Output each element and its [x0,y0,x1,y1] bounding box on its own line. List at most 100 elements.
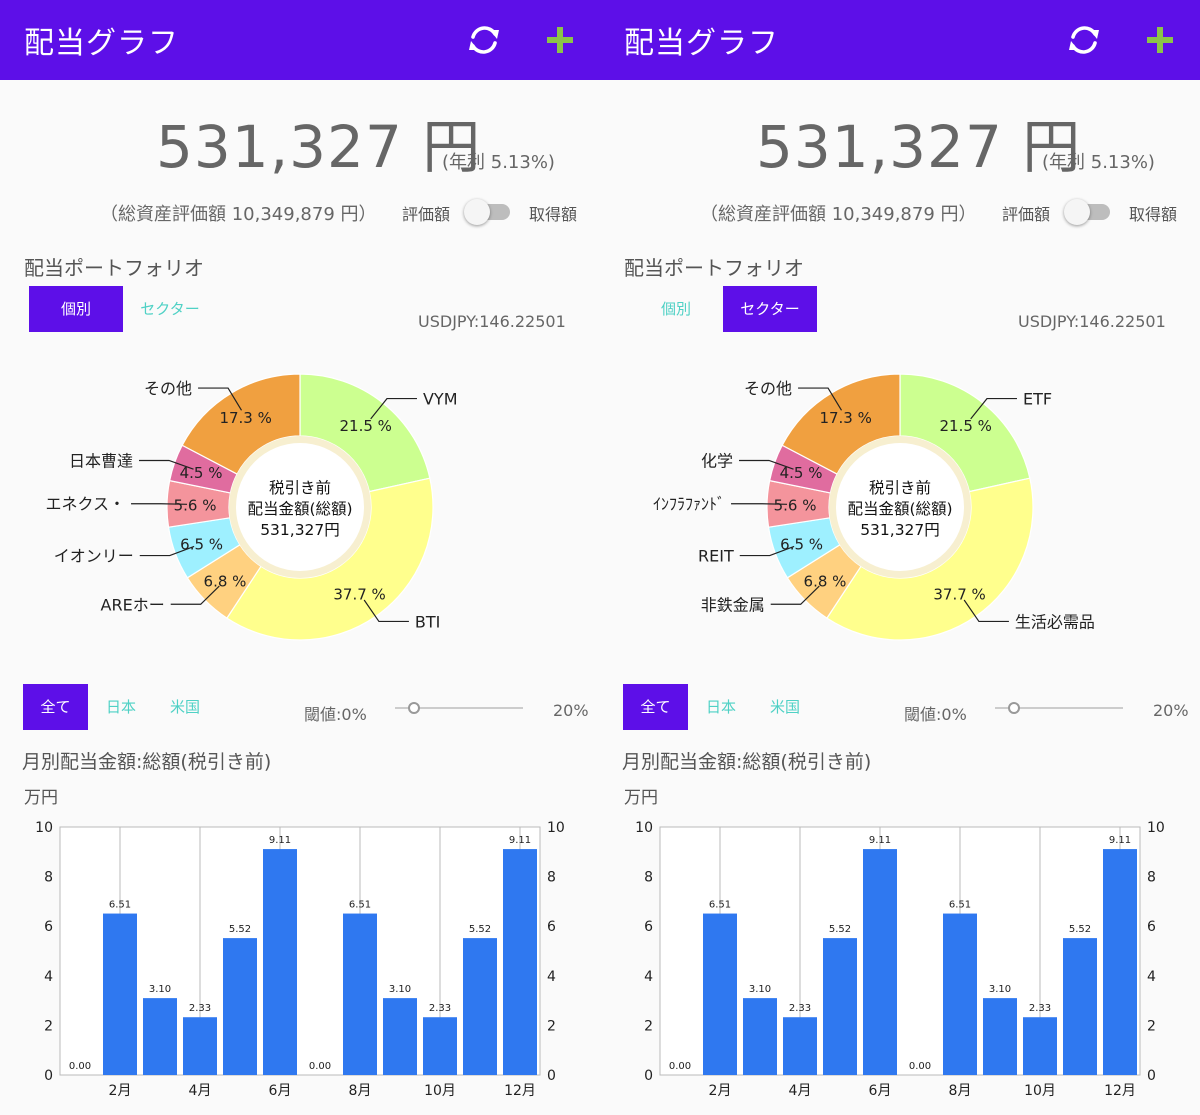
y-tick-label-left: 10 [35,820,53,836]
y-tick-label-left: 2 [644,1018,653,1034]
threshold-slider-thumb[interactable] [408,702,420,714]
y-tick-label-right: 8 [1147,870,1156,886]
portfolio-title: 配当ポートフォリオ [24,256,204,280]
app-screen: 配当グラフ 531,327 円 (年利 5.13%) （総資産評価額 10,34… [0,0,600,1115]
bar-value-label: 3.10 [989,984,1011,995]
donut-center-text: 配当金額(総額) [247,500,352,518]
bar [383,998,417,1075]
pie-slice-name: 生活必需品 [1015,612,1095,631]
pie-percent-label: 21.5 % [939,417,991,435]
annual-yield: (年利 5.13%) [442,152,555,173]
x-tick-label: 10月 [1024,1083,1056,1099]
donut-center-text: 531,327円 [860,521,940,539]
y-tick-label-left: 0 [44,1068,53,1084]
x-tick-label: 10月 [424,1083,456,1099]
bar-value-label: 2.33 [189,1003,211,1014]
bar [823,938,857,1075]
y-tick-label-left: 0 [644,1068,653,1084]
x-tick-label: 6月 [869,1083,892,1099]
bar-value-label: 5.52 [829,924,851,935]
pie-percent-label: 37.7 % [933,585,985,603]
pie-slice-name: VYM [423,390,458,409]
bar [143,998,177,1075]
bar-value-label: 2.33 [1029,1003,1051,1014]
x-tick-label: 8月 [349,1083,372,1099]
pie-slice-name: REIT [698,547,734,566]
bar-value-label: 3.10 [149,984,171,995]
monthly-chart-title: 月別配当金額:総額(税引き前) [22,751,272,773]
bar-value-label: 6.51 [109,900,131,911]
refresh-icon[interactable] [1064,20,1104,60]
y-tick-label-right: 0 [547,1068,556,1084]
y-tick-label-right: 2 [1147,1018,1156,1034]
toggle-label-acquisition: 取得額 [529,205,578,224]
bar-value-label: 9.11 [269,835,291,846]
toggle-thumb [1064,199,1090,225]
pie-percent-label: 6.8 % [804,572,847,590]
filter-all[interactable]: 全て [623,684,688,730]
tab-sector[interactable]: セクター [123,286,217,332]
tab-sector[interactable]: セクター [723,286,817,332]
bar [863,849,897,1075]
threshold-label: 閾値:0% [304,705,367,724]
pie-percent-label: 5.6 % [174,497,217,515]
threshold-slider-thumb[interactable] [1008,702,1020,714]
y-tick-label-left: 10 [635,820,653,836]
valuation-toggle[interactable] [464,199,510,225]
filter-us[interactable]: 米国 [160,684,210,730]
monthly-chart-title: 月別配当金額:総額(税引き前) [622,751,872,773]
valuation-toggle[interactable] [1064,199,1110,225]
bar [983,998,1017,1075]
filter-japan[interactable]: 日本 [96,684,146,730]
filter-japan[interactable]: 日本 [696,684,746,730]
y-tick-label-left: 8 [644,870,653,886]
total-dividend-amount: 531,327 円 [156,113,482,181]
bar-value-label: 5.52 [1069,924,1091,935]
total-assets: （総資産評価額 10,349,879 円） [100,204,377,225]
usdjpy-rate: USDJPY:146.22501 [418,312,566,331]
bar-value-label: 0.00 [669,1061,691,1072]
pie-slice-name: ｲﾝﾌﾗﾌｧﾝﾄﾞ [653,495,725,514]
leader-line [131,503,188,505]
add-icon[interactable] [540,20,580,60]
pie-percent-label: 6.8 % [204,572,247,590]
donut-center-text: 税引き前 [269,479,331,497]
pie-slice-name: その他 [144,379,192,398]
pie-slice-name: 化学 [701,451,733,470]
bar-value-label: 6.51 [949,900,971,911]
pie-slice-name: ETF [1023,390,1052,409]
filter-us[interactable]: 米国 [760,684,810,730]
y-tick-label-right: 6 [547,919,556,935]
tab-individual[interactable]: 個別 [629,286,723,332]
monthly-bar-chart: 0 0 2 2 4 4 6 6 8 8 10 10 0.00 6.51 2月 3.10 2.33 4月 5.52 9.… [35,820,565,1099]
monthly-bar-chart: 0 0 2 2 4 4 6 6 8 8 10 10 0.00 6.51 2月 3.10 2.33 4月 5.52 9.… [635,820,1165,1099]
x-tick-label: 2月 [109,1083,132,1099]
bar-value-label: 6.51 [709,900,731,911]
bar-value-label: 6.51 [349,900,371,911]
toggle-label-valuation: 評価額 [1002,205,1051,224]
y-tick-label-right: 10 [547,820,565,836]
portfolio-title: 配当ポートフォリオ [624,256,804,280]
add-icon[interactable] [1140,20,1180,60]
bar-value-label: 2.33 [789,1003,811,1014]
filter-all[interactable]: 全て [23,684,88,730]
pie-percent-label: 37.7 % [333,585,385,603]
bar [503,849,537,1075]
y-tick-label-right: 2 [547,1018,556,1034]
tab-individual[interactable]: 個別 [29,286,123,332]
bar-value-label: 3.10 [389,984,411,995]
app-bar: 配当グラフ [0,0,600,80]
bar-value-label: 0.00 [309,1061,331,1072]
bar [783,1017,817,1075]
bar-value-label: 9.11 [869,835,891,846]
portfolio-donut-chart: 21.5 % ETF 37.7 % 生活必需品 6.8 % 非鉄金属 6.5 % REIT 5.… [653,373,1095,641]
bar [263,849,297,1075]
total-dividend-amount: 531,327 円 [756,113,1082,181]
donut-center-text: 531,327円 [260,521,340,539]
bar-value-label: 9.11 [1109,835,1131,846]
y-tick-label-right: 4 [1147,969,1156,985]
leader-line [731,503,788,505]
bar [223,938,257,1075]
x-tick-label: 4月 [189,1083,212,1099]
refresh-icon[interactable] [464,20,504,60]
